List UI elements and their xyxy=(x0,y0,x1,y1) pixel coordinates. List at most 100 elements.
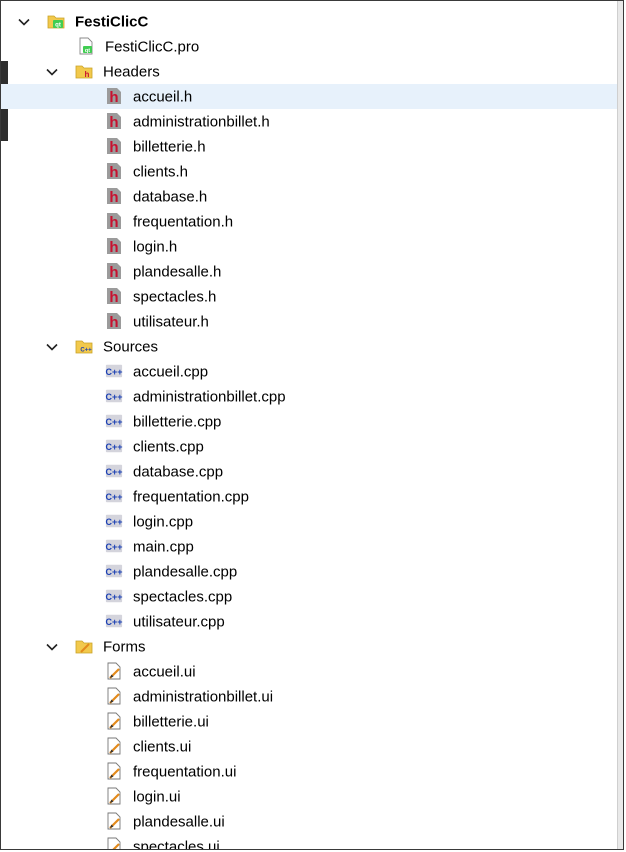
tree-item-source-file[interactable]: C++ billetterie.cpp xyxy=(1,409,617,434)
tree-item-header-file[interactable]: h plandesalle.h xyxy=(1,259,617,284)
header-folder-icon: h xyxy=(75,62,93,80)
tree-item-source-file[interactable]: C++ main.cpp xyxy=(1,534,617,559)
svg-text:C++: C++ xyxy=(105,617,122,627)
tree-item-pro-file[interactable]: qt FestiClicC.pro xyxy=(1,34,617,59)
tree-item-header-file[interactable]: h utilisateur.h xyxy=(1,309,617,334)
svg-text:h: h xyxy=(109,314,118,330)
tree-item-label: database.h xyxy=(133,188,208,206)
cpp-file-icon: C++ xyxy=(105,412,123,430)
cpp-file-icon: C++ xyxy=(105,487,123,505)
qt-project-icon: qt xyxy=(47,12,65,30)
tree-item-label: frequentation.ui xyxy=(133,763,237,781)
cpp-file-icon: C++ xyxy=(105,512,123,530)
header-file-icon: h xyxy=(105,87,123,105)
tree-item-header-file[interactable]: h database.h xyxy=(1,184,617,209)
svg-text:h: h xyxy=(109,139,118,155)
tree-item-label: clients.ui xyxy=(133,738,192,756)
svg-text:C++: C++ xyxy=(105,542,122,552)
cpp-file-icon: C++ xyxy=(105,362,123,380)
tree-item-label: main.cpp xyxy=(133,538,194,556)
tree-item-source-file[interactable]: C++ database.cpp xyxy=(1,459,617,484)
tree-item-form-file[interactable]: accueil.ui xyxy=(1,659,617,684)
tree-item-label: clients.cpp xyxy=(133,438,204,456)
tree-item-label: spectacles.ui xyxy=(133,838,220,850)
svg-text:C++: C++ xyxy=(80,348,92,354)
header-file-icon: h xyxy=(105,262,123,280)
tree-item-source-file[interactable]: C++ clients.cpp xyxy=(1,434,617,459)
tree-item-form-file[interactable]: spectacles.ui xyxy=(1,834,617,850)
tree-item-label: billetterie.cpp xyxy=(133,413,222,431)
tree-item-header-file[interactable]: h spectacles.h xyxy=(1,284,617,309)
tree-item-label: login.cpp xyxy=(133,513,194,531)
chevron-down-icon[interactable] xyxy=(45,340,59,354)
vertical-scrollbar[interactable] xyxy=(617,1,623,849)
tree-item-source-file[interactable]: C++ administrationbillet.cpp xyxy=(1,384,617,409)
qt-pro-file-icon: qt xyxy=(77,37,95,55)
tree-item-label: plandesalle.cpp xyxy=(133,563,238,581)
svg-text:C++: C++ xyxy=(105,442,122,452)
project-tree: qt FestiClicC qt FestiClicC.pro h Headers h acc… xyxy=(1,9,617,850)
chevron-down-icon[interactable] xyxy=(45,65,59,79)
svg-text:qt: qt xyxy=(55,23,61,29)
header-file-icon: h xyxy=(105,237,123,255)
tree-item-label: database.cpp xyxy=(133,463,224,481)
tree-item-label: accueil.ui xyxy=(133,663,196,681)
cpp-file-icon: C++ xyxy=(105,562,123,580)
svg-text:h: h xyxy=(109,264,118,280)
tree-item-label: plandesalle.h xyxy=(133,263,222,281)
tree-item-form-file[interactable]: clients.ui xyxy=(1,734,617,759)
svg-text:C++: C++ xyxy=(105,492,122,502)
cpp-file-icon: C++ xyxy=(105,387,123,405)
tree-item-source-file[interactable]: C++ accueil.cpp xyxy=(1,359,617,384)
tree-item-source-file[interactable]: C++ plandesalle.cpp xyxy=(1,559,617,584)
chevron-down-icon[interactable] xyxy=(17,15,31,29)
tree-item-label: utilisateur.h xyxy=(133,313,209,331)
tree-item-label: plandesalle.ui xyxy=(133,813,225,831)
tree-item-label: utilisateur.cpp xyxy=(133,613,225,631)
header-file-icon: h xyxy=(105,112,123,130)
folder-label: Forms xyxy=(103,638,146,656)
svg-text:C++: C++ xyxy=(105,567,122,577)
tree-item-header-file[interactable]: h billetterie.h xyxy=(1,134,617,159)
tree-item-header-file[interactable]: h frequentation.h xyxy=(1,209,617,234)
tree-item-form-file[interactable]: plandesalle.ui xyxy=(1,809,617,834)
tree-folder-headers[interactable]: h Headers xyxy=(1,59,617,84)
svg-text:C++: C++ xyxy=(105,592,122,602)
tree-item-source-file[interactable]: C++ spectacles.cpp xyxy=(1,584,617,609)
ui-form-file-icon xyxy=(105,712,123,730)
tree-item-label: login.ui xyxy=(133,788,181,806)
tree-item-header-file[interactable]: h administrationbillet.h xyxy=(1,109,617,134)
tree-folder-forms[interactable]: Forms xyxy=(1,634,617,659)
cpp-file-icon: C++ xyxy=(105,437,123,455)
tree-item-label: frequentation.cpp xyxy=(133,488,249,506)
tree-item-source-file[interactable]: C++ login.cpp xyxy=(1,509,617,534)
ui-form-file-icon xyxy=(105,787,123,805)
svg-text:qt: qt xyxy=(85,48,90,54)
header-file-icon: h xyxy=(105,162,123,180)
tree-item-label: administrationbillet.h xyxy=(133,113,270,131)
tree-item-form-file[interactable]: administrationbillet.ui xyxy=(1,684,617,709)
tree-item-header-file[interactable]: h clients.h xyxy=(1,159,617,184)
tree-folder-sources[interactable]: C++ Sources xyxy=(1,334,617,359)
tree-item-label: billetterie.h xyxy=(133,138,206,156)
header-file-icon: h xyxy=(105,287,123,305)
header-file-icon: h xyxy=(105,312,123,330)
tree-item-label: frequentation.h xyxy=(133,213,234,231)
tree-root-festiclicc[interactable]: qt FestiClicC xyxy=(1,9,617,34)
cpp-file-icon: C++ xyxy=(105,462,123,480)
chevron-down-icon[interactable] xyxy=(45,640,59,654)
tree-item-form-file[interactable]: login.ui xyxy=(1,784,617,809)
svg-text:h: h xyxy=(109,89,118,105)
tree-item-header-file[interactable]: h accueil.h xyxy=(1,84,617,109)
tree-item-header-file[interactable]: h login.h xyxy=(1,234,617,259)
tree-item-source-file[interactable]: C++ frequentation.cpp xyxy=(1,484,617,509)
tree-item-label: administrationbillet.cpp xyxy=(133,388,286,406)
tree-item-label: billetterie.ui xyxy=(133,713,209,731)
svg-text:C++: C++ xyxy=(105,417,122,427)
tree-item-source-file[interactable]: C++ utilisateur.cpp xyxy=(1,609,617,634)
header-file-icon: h xyxy=(105,212,123,230)
tree-item-form-file[interactable]: frequentation.ui xyxy=(1,759,617,784)
tree-item-form-file[interactable]: billetterie.ui xyxy=(1,709,617,734)
forms-folder-icon xyxy=(75,637,93,655)
svg-text:C++: C++ xyxy=(105,517,122,527)
